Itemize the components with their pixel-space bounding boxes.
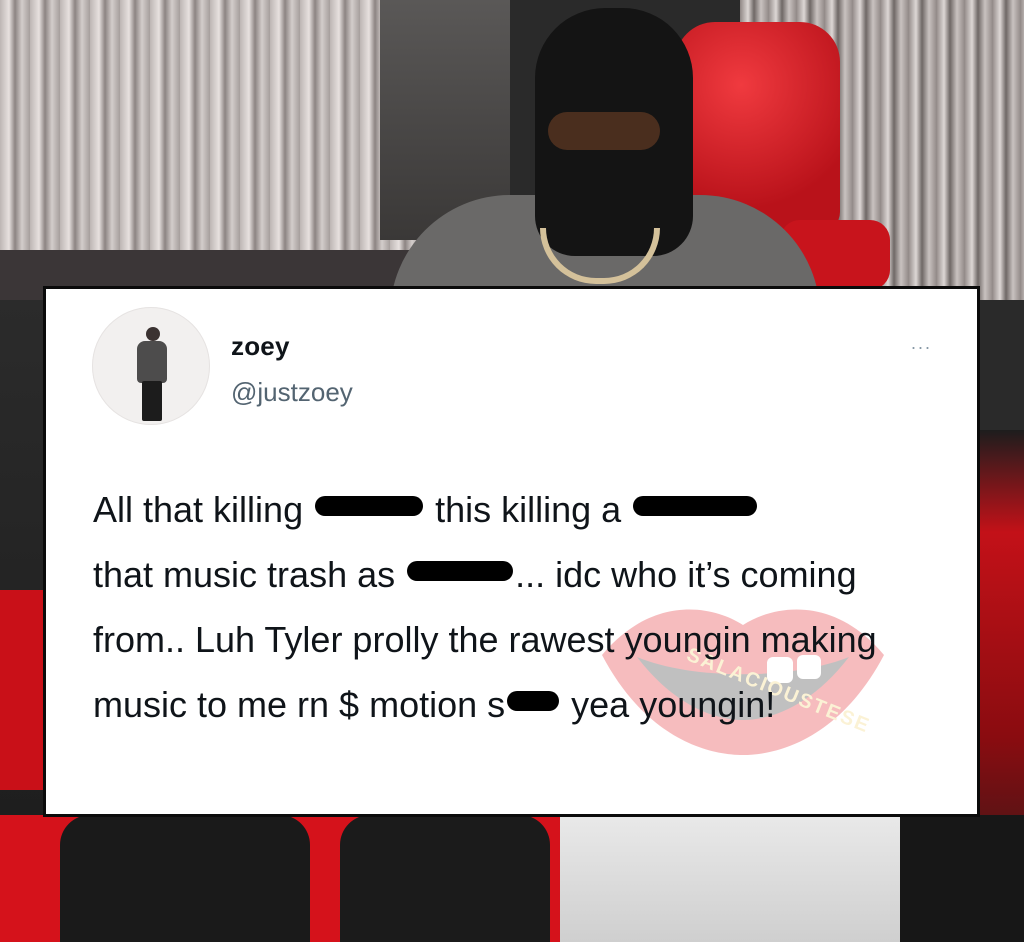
display-name[interactable]: zoey: [231, 331, 290, 362]
tweet-text-part-3: that music trash as: [93, 554, 406, 595]
avatar-figure-legs: [142, 381, 162, 421]
floor-light-area: [560, 815, 910, 942]
tweet-text-part-1: All that killing: [93, 489, 314, 530]
leg-left: [60, 815, 310, 942]
redaction-bar: [315, 496, 424, 516]
tweet-text-part-2: this killing a: [435, 489, 632, 530]
avatar-figure-head: [146, 327, 160, 341]
avatar[interactable]: [92, 307, 210, 425]
redaction-bar: [507, 691, 560, 711]
avatar-figure-body: [137, 341, 167, 383]
tweet-text: All that killing this killing a that mus…: [93, 477, 953, 737]
redaction-bar: [633, 496, 758, 516]
floor-dark-area: [900, 815, 1024, 942]
user-handle[interactable]: @justzoey: [231, 377, 353, 408]
more-options-icon[interactable]: ···: [901, 337, 941, 357]
door-panel-red-trim: [0, 590, 45, 790]
tweet-text-part-5: yea youngin!: [561, 684, 776, 725]
tweet-card: zoey @justzoey ··· SALACIOUSTESE All tha…: [43, 286, 980, 817]
mask-eye-opening: [548, 112, 660, 150]
redaction-bar: [407, 561, 514, 581]
leg-right: [340, 815, 550, 942]
